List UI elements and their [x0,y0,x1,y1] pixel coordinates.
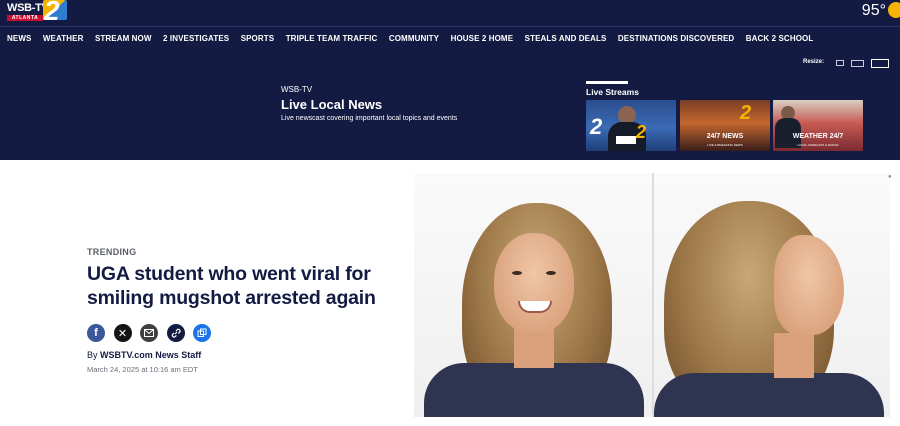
eye-right [546,271,556,275]
facebook-share-icon[interactable]: f [87,324,105,342]
byline-author[interactable]: WSBTV.com News Staff [100,350,201,360]
article-date: March 24, 2025 at 10:16 am EDT [87,365,198,374]
nav-item-sports[interactable]: SPORTS [241,34,275,43]
face-profile-shape [774,235,844,335]
expand-icon[interactable]: ● [888,174,892,180]
stream-thumbnail-wsb[interactable]: 2 2 [586,100,676,151]
promo-title[interactable]: Live Local News [281,97,382,112]
mugshot-profile [652,173,890,417]
live-streams-accent-bar [586,81,628,84]
resize-medium-icon[interactable] [851,60,864,67]
copy-link-icon[interactable] [166,324,185,342]
nav-item-steals-and-deals[interactable]: STEALS AND DEALS [525,34,607,43]
weather-temperature[interactable]: 95° [862,2,886,20]
stream-sublabel: LIVE & BREAKING NEWS [707,143,743,147]
eye-left [512,271,522,275]
copy-article-icon[interactable] [193,324,211,342]
live-stream-promo: Resize: WSB-TV Live Local News Live news… [0,50,900,160]
live-streams-label: Live Streams [586,87,639,97]
wsb-tv-logo[interactable]: WSB-TV ATLANTA 2 [5,0,67,26]
resize-large-icon[interactable] [871,59,889,68]
x-share-icon[interactable]: ✕ [113,324,132,342]
nav-item-house-2-home[interactable]: HOUSE 2 HOME [451,34,514,43]
article-byline: By WSBTV.com News Staff [87,350,201,360]
logo-subtext: ATLANTA [7,15,43,21]
article-headline: UGA student who went viral for smiling m… [87,263,376,309]
byline-prefix: By [87,350,101,360]
shirt-shape [424,363,644,417]
share-buttons: f ✕ [87,324,220,342]
nav-item-2-investigates[interactable]: 2 INVESTIGATES [163,34,229,43]
article-lead-image[interactable] [414,173,890,417]
nav-item-stream-now[interactable]: STREAM NOW [95,34,152,43]
nav-item-triple-team-traffic[interactable]: TRIPLE TEAM TRAFFIC [286,34,378,43]
stream-thumbnail-24-7-news[interactable]: 2 24/7 NEWS LIVE & BREAKING NEWS [680,100,770,151]
nav-item-weather[interactable]: WEATHER [43,34,84,43]
nav-item-destinations-discovered[interactable]: DESTINATIONS DISCOVERED [618,34,734,43]
stream-thumbnail-weather-24-7[interactable]: WEATHER 24/7 LOCAL FORECAST & RADAR [773,100,863,151]
top-header: WSB-TV ATLANTA 2 95° [0,0,900,26]
channel-2-graphic-right: 2 [636,122,647,142]
mugshot-front [414,173,652,417]
face-shape [494,233,574,333]
stream-sublabel: LOCAL FORECAST & RADAR [797,143,839,147]
resize-small-icon[interactable] [836,60,844,66]
neck-shape [774,333,814,378]
promo-description: Live newscast covering important local t… [281,115,458,122]
stream-label: WEATHER 24/7 [792,133,844,140]
wsb-tag-graphic [616,136,636,144]
email-share-icon[interactable] [140,324,158,342]
sun-icon[interactable] [888,2,900,18]
nav-item-community[interactable]: COMMUNITY [389,34,439,43]
promo-brand: WSB-TV [281,85,313,94]
stream-label: 24/7 NEWS [706,133,744,140]
nav-item-news[interactable]: NEWS [7,34,31,43]
channel-2-graphic: 2 [740,102,752,124]
nav-item-back-2-school[interactable]: BACK 2 SCHOOL [746,34,814,43]
shirt-shape [654,373,884,417]
logo-channel: 2 [44,0,60,26]
article-kicker[interactable]: TRENDING [87,247,136,257]
resize-label: Resize: [803,59,825,65]
channel-2-graphic: 2 [590,114,603,139]
main-nav: NEWS WEATHER STREAM NOW 2 INVESTIGATES S… [0,26,900,50]
